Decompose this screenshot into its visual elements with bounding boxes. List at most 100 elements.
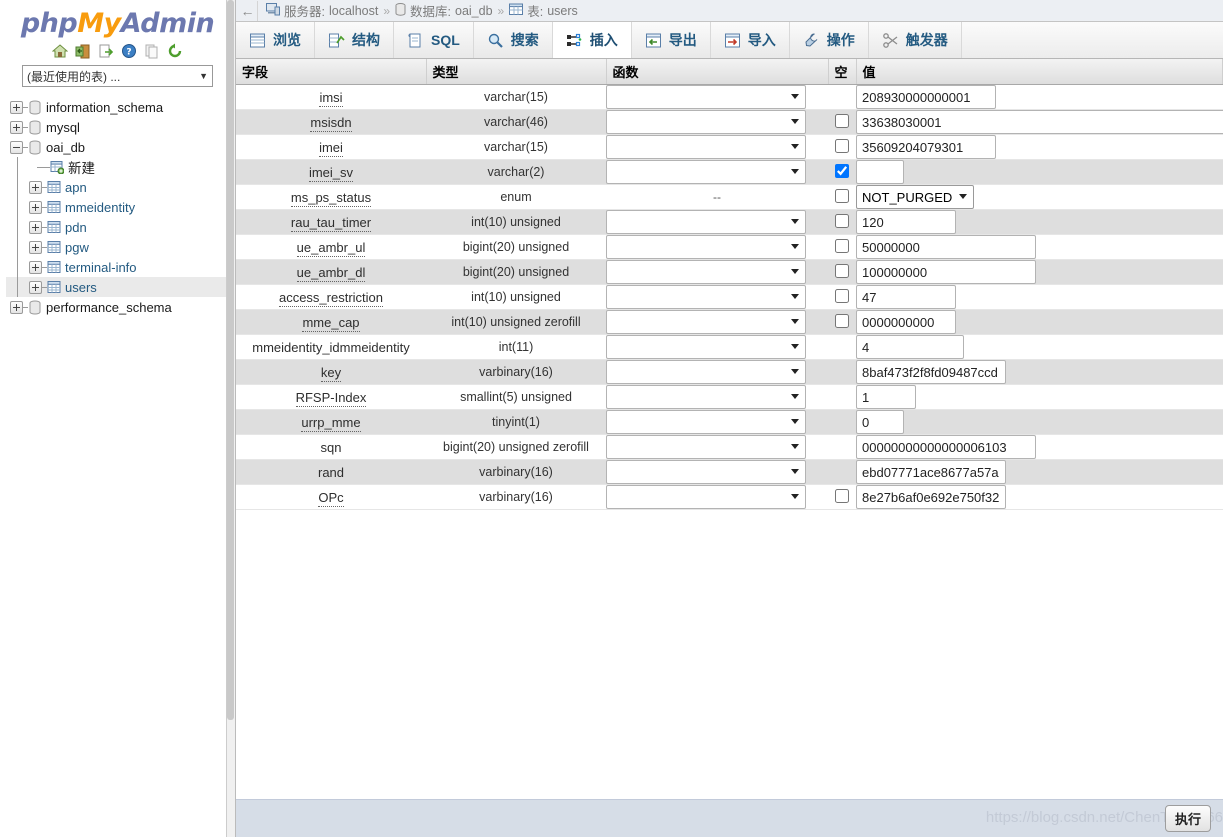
function-select[interactable]	[606, 235, 806, 259]
breadcrumb-database[interactable]: 数据库: oai_db	[395, 1, 493, 20]
help-icon[interactable]: ?	[121, 43, 137, 59]
null-checkbox[interactable]	[835, 238, 849, 253]
field-name-label[interactable]: urrp_mme	[301, 414, 361, 432]
expand-plus-icon[interactable]	[10, 100, 23, 114]
field-name-label[interactable]: rand	[318, 465, 344, 480]
column-header-null[interactable]: 空	[828, 59, 857, 85]
tab-operations[interactable]: 操作	[789, 22, 869, 58]
tree-item-new-table[interactable]: 新建	[6, 157, 235, 177]
field-name-label[interactable]: rau_tau_timer	[290, 214, 372, 232]
value-input[interactable]	[856, 435, 1036, 459]
breadcrumb-table[interactable]: 表: users	[509, 1, 578, 20]
back-arrow-icon[interactable]: ←	[238, 0, 258, 21]
expand-plus-icon[interactable]	[29, 220, 42, 234]
tab-export[interactable]: 导出	[631, 22, 711, 58]
collapse-minus-icon[interactable]	[10, 140, 23, 154]
column-header-value[interactable]: 值	[856, 59, 1223, 85]
null-checkbox[interactable]	[835, 188, 849, 203]
docs-icon[interactable]	[98, 43, 114, 59]
column-header-type[interactable]: 类型	[426, 59, 607, 85]
tree-item-apn[interactable]: apn	[6, 177, 235, 197]
value-input[interactable]	[856, 160, 904, 184]
tree-item-users[interactable]: users	[6, 277, 235, 297]
breadcrumb-server[interactable]: 服务器: localhost	[266, 1, 378, 20]
phpmyadmin-logo[interactable]: phpMyAdmin	[0, 0, 235, 41]
function-select[interactable]	[606, 335, 806, 359]
tree-item-mmeidentity[interactable]: mmeidentity	[6, 197, 235, 217]
value-input[interactable]	[856, 260, 1036, 284]
expand-plus-icon[interactable]	[29, 240, 42, 254]
tree-item-terminal-info[interactable]: terminal-info	[6, 257, 235, 277]
sidebar-scrollbar-thumb[interactable]	[227, 0, 234, 720]
expand-plus-icon[interactable]	[29, 280, 42, 294]
value-input[interactable]	[856, 410, 904, 434]
value-enum-select[interactable]: NOT_PURGED	[856, 185, 974, 209]
value-input[interactable]	[856, 485, 1006, 509]
tab-structure[interactable]: 结构	[315, 22, 394, 58]
field-name-label[interactable]: ue_ambr_ul	[296, 239, 366, 257]
null-checkbox[interactable]	[835, 163, 849, 178]
function-select[interactable]	[606, 435, 806, 459]
field-name-label[interactable]: access_restriction	[278, 289, 384, 307]
home-icon[interactable]	[51, 43, 69, 59]
value-input[interactable]	[856, 235, 1036, 259]
tab-triggers[interactable]: 触发器	[868, 22, 962, 58]
value-input[interactable]	[856, 460, 1006, 484]
value-input[interactable]	[856, 360, 1006, 384]
function-select[interactable]	[606, 110, 806, 134]
null-checkbox[interactable]	[835, 313, 849, 328]
null-checkbox[interactable]	[835, 288, 849, 303]
function-select[interactable]	[606, 485, 806, 509]
expand-plus-icon[interactable]	[29, 180, 42, 194]
refresh-icon[interactable]	[167, 43, 183, 59]
function-select[interactable]	[606, 285, 806, 309]
field-name-label[interactable]: mmeidentity_idmmeidentity	[252, 340, 410, 355]
field-name-label[interactable]: key	[320, 364, 342, 382]
function-select[interactable]	[606, 85, 806, 109]
field-name-label[interactable]: imei_sv	[308, 164, 354, 182]
field-name-label[interactable]: ms_ps_status	[290, 189, 372, 207]
function-select[interactable]	[606, 410, 806, 434]
value-input[interactable]	[856, 335, 964, 359]
column-header-field[interactable]: 字段	[236, 59, 427, 85]
tab-import[interactable]: 导入	[710, 22, 790, 58]
field-name-label[interactable]: imei	[319, 139, 343, 157]
value-input[interactable]	[856, 85, 996, 109]
function-select[interactable]	[606, 385, 806, 409]
tab-insert[interactable]: 插入	[552, 22, 632, 58]
tree-item-oai_db[interactable]: oai_db	[6, 137, 235, 157]
field-name-label[interactable]: sqn	[321, 440, 342, 455]
function-select[interactable]	[606, 260, 806, 284]
function-select[interactable]	[606, 360, 806, 384]
tab-browse[interactable]: 浏览	[236, 22, 315, 58]
recent-tables-select[interactable]: (最近使用的表) ... ▼	[22, 65, 213, 87]
function-select[interactable]	[606, 210, 806, 234]
null-checkbox[interactable]	[835, 138, 849, 153]
field-name-label[interactable]: RFSP-Index	[295, 389, 367, 407]
go-button[interactable]: 执行	[1164, 805, 1211, 832]
null-checkbox[interactable]	[835, 213, 849, 228]
function-select[interactable]	[606, 310, 806, 334]
function-select[interactable]	[606, 460, 806, 484]
column-header-function[interactable]: 函数	[606, 59, 829, 85]
field-name-label[interactable]: ue_ambr_dl	[296, 264, 366, 282]
null-checkbox[interactable]	[835, 113, 849, 128]
expand-plus-icon[interactable]	[10, 120, 23, 134]
value-input[interactable]	[856, 110, 1223, 134]
value-input[interactable]	[856, 210, 956, 234]
function-select[interactable]	[606, 160, 806, 184]
tree-item-pgw[interactable]: pgw	[6, 237, 235, 257]
expand-plus-icon[interactable]	[29, 260, 42, 274]
null-checkbox[interactable]	[835, 488, 849, 503]
tree-item-information_schema[interactable]: information_schema	[6, 97, 235, 117]
sidebar-scrollbar[interactable]	[226, 0, 235, 837]
field-name-label[interactable]: OPc	[318, 489, 344, 507]
field-name-label[interactable]: msisdn	[310, 114, 352, 132]
expand-plus-icon[interactable]	[10, 300, 23, 314]
function-select[interactable]	[606, 135, 806, 159]
value-input[interactable]	[856, 310, 956, 334]
tree-item-pdn[interactable]: pdn	[6, 217, 235, 237]
null-checkbox[interactable]	[835, 263, 849, 278]
tree-item-mysql[interactable]: mysql	[6, 117, 235, 137]
tab-search[interactable]: 搜索	[473, 22, 553, 58]
